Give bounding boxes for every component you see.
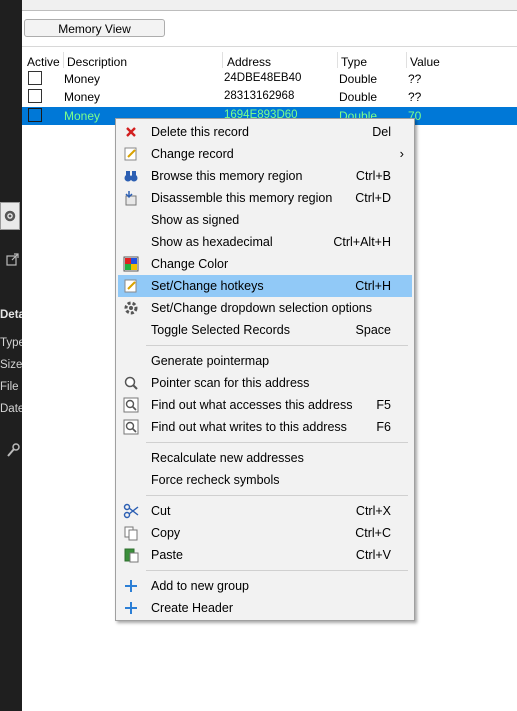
- table-row[interactable]: Money 28313162968 Double ??: [22, 88, 517, 106]
- panel-divider[interactable]: [22, 46, 517, 47]
- scissors-icon: [123, 503, 139, 519]
- delete-x-icon: [126, 127, 136, 137]
- menu-item-browse-memory[interactable]: Browse this memory region Ctrl+B: [118, 165, 412, 187]
- row-address: 28313162968: [224, 90, 295, 102]
- menu-item-toggle-records[interactable]: Toggle Selected Records Space: [118, 319, 412, 341]
- column-header-active[interactable]: Active: [27, 55, 60, 69]
- paste-icon: [124, 548, 139, 563]
- file-label: File l: [0, 381, 22, 393]
- color-palette-icon: [123, 256, 139, 272]
- menu-item-delete-record[interactable]: Delete this record Del: [118, 121, 412, 143]
- column-separator[interactable]: [337, 52, 338, 68]
- size-label: Size: [0, 359, 22, 371]
- row-description: Money: [64, 72, 101, 86]
- menu-item-cut[interactable]: Cut Ctrl+X: [118, 500, 412, 522]
- menu-item-generate-pointermap[interactable]: Generate pointermap: [118, 350, 412, 372]
- menu-item-change-hotkeys[interactable]: Set/Change hotkeys Ctrl+H: [118, 275, 412, 297]
- column-header-description[interactable]: Description: [67, 55, 127, 69]
- menu-item-recheck-symbols[interactable]: Force recheck symbols: [118, 469, 412, 491]
- type-label: Type: [0, 337, 22, 349]
- menu-item-disassemble[interactable]: Disassemble this memory region Ctrl+D: [118, 187, 412, 209]
- menu-item-show-hex[interactable]: Show as hexadecimal Ctrl+Alt+H: [118, 231, 412, 253]
- menu-item-pointer-scan[interactable]: Pointer scan for this address: [118, 372, 412, 394]
- menu-item-find-writes[interactable]: Find out what writes to this address F6: [118, 416, 412, 438]
- column-separator[interactable]: [63, 52, 64, 68]
- plus-icon: [125, 580, 137, 592]
- menu-item-recalculate[interactable]: Recalculate new addresses: [118, 447, 412, 469]
- memory-view-button[interactable]: Memory View: [24, 19, 165, 37]
- menu-separator: [146, 345, 408, 346]
- find-write-icon: [123, 419, 139, 435]
- share-icon[interactable]: [6, 252, 20, 266]
- row-address: 24DBE48EB40: [224, 72, 302, 84]
- binoculars-icon: [124, 171, 138, 182]
- plus-icon: [125, 602, 137, 614]
- wrench-icon[interactable]: [6, 442, 20, 458]
- column-separator[interactable]: [406, 52, 407, 68]
- menu-item-find-accesses[interactable]: Find out what accesses this address F5: [118, 394, 412, 416]
- top-frame: [22, 0, 517, 11]
- menu-item-change-record[interactable]: Change record ›: [118, 143, 412, 165]
- menu-item-paste[interactable]: Paste Ctrl+V: [118, 544, 412, 566]
- table-row[interactable]: Money 24DBE48EB40 Double ??: [22, 70, 517, 88]
- menu-separator: [146, 495, 408, 496]
- settings-gear-button[interactable]: [0, 202, 20, 230]
- column-header-value[interactable]: Value: [410, 55, 440, 69]
- gear-icon: [4, 210, 16, 222]
- hotkey-icon: [124, 279, 137, 293]
- magnifier-icon: [124, 376, 138, 390]
- column-separator[interactable]: [222, 52, 223, 68]
- context-menu: Delete this record Del Change record › B…: [115, 118, 415, 621]
- background-app-panel: Deta Type Size File l Date: [0, 0, 22, 711]
- menu-item-add-group[interactable]: Add to new group: [118, 575, 412, 597]
- row-type: Double: [339, 90, 378, 104]
- active-checkbox[interactable]: [28, 89, 42, 103]
- date-label: Date: [0, 403, 22, 415]
- row-value: ??: [408, 90, 422, 104]
- column-header-address[interactable]: Address: [227, 55, 271, 69]
- copy-icon: [124, 526, 138, 541]
- row-description: Money: [64, 109, 101, 123]
- active-checkbox[interactable]: [28, 108, 42, 122]
- row-description: Money: [64, 90, 101, 104]
- row-type: Double: [339, 72, 378, 86]
- menu-item-copy[interactable]: Copy Ctrl+C: [118, 522, 412, 544]
- menu-separator: [146, 442, 408, 443]
- find-access-icon: [123, 397, 139, 413]
- row-value: ??: [408, 72, 422, 86]
- active-checkbox[interactable]: [28, 71, 42, 85]
- menu-item-create-header[interactable]: Create Header: [118, 597, 412, 619]
- edit-record-icon: [124, 147, 137, 161]
- menu-separator: [146, 570, 408, 571]
- disassemble-icon: [125, 191, 137, 206]
- details-label: Deta: [0, 309, 22, 321]
- menu-item-dropdown-options[interactable]: Set/Change dropdown selection options: [118, 297, 412, 319]
- submenu-arrow-icon: ›: [399, 146, 404, 161]
- menu-item-show-signed[interactable]: Show as signed: [118, 209, 412, 231]
- gear-icon: [124, 301, 138, 315]
- column-header-type[interactable]: Type: [341, 55, 367, 69]
- menu-item-change-color[interactable]: Change Color: [118, 253, 412, 275]
